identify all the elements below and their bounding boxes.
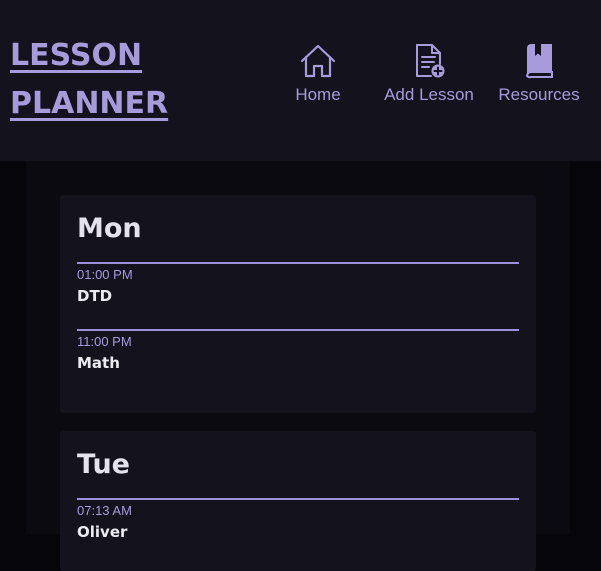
book-icon <box>525 44 553 79</box>
nav-add-lesson-link[interactable]: Add Lesson <box>381 42 477 105</box>
top-header: LESSON PLANNER Home Add Lesson Resources <box>0 0 601 161</box>
day-card-mon: Mon 01:00 PM DTD 11:00 PM Math <box>60 195 536 413</box>
lesson-time: 11:00 PM <box>77 334 132 349</box>
nav-home-link[interactable]: Home <box>286 42 350 105</box>
lesson-time: 07:13 AM <box>77 503 132 518</box>
nav-resources-link[interactable]: Resources <box>497 42 581 105</box>
logo-line-1: LESSON <box>10 38 143 73</box>
lesson-subject: DTD <box>77 287 113 305</box>
lesson-subject: Math <box>77 354 120 372</box>
lesson-item[interactable]: 01:00 PM DTD <box>77 262 519 305</box>
document-add-icon <box>416 44 445 78</box>
app-logo-link[interactable]: LESSON PLANNER <box>10 32 190 128</box>
lesson-subject: Oliver <box>77 523 128 541</box>
lesson-item[interactable]: 07:13 AM Oliver <box>77 498 519 541</box>
day-title: Mon <box>77 213 142 244</box>
day-card-tue: Tue 07:13 AM Oliver <box>60 431 536 571</box>
day-title: Tue <box>77 449 130 480</box>
lesson-time: 01:00 PM <box>77 267 133 282</box>
lesson-item[interactable]: 11:00 PM Math <box>77 329 519 372</box>
nav-home-label: Home <box>295 85 341 104</box>
nav-resources-label: Resources <box>498 85 580 104</box>
logo-line-2: PLANNER <box>10 86 169 121</box>
nav-add-lesson-label: Add Lesson <box>384 85 474 104</box>
home-icon <box>300 44 336 78</box>
